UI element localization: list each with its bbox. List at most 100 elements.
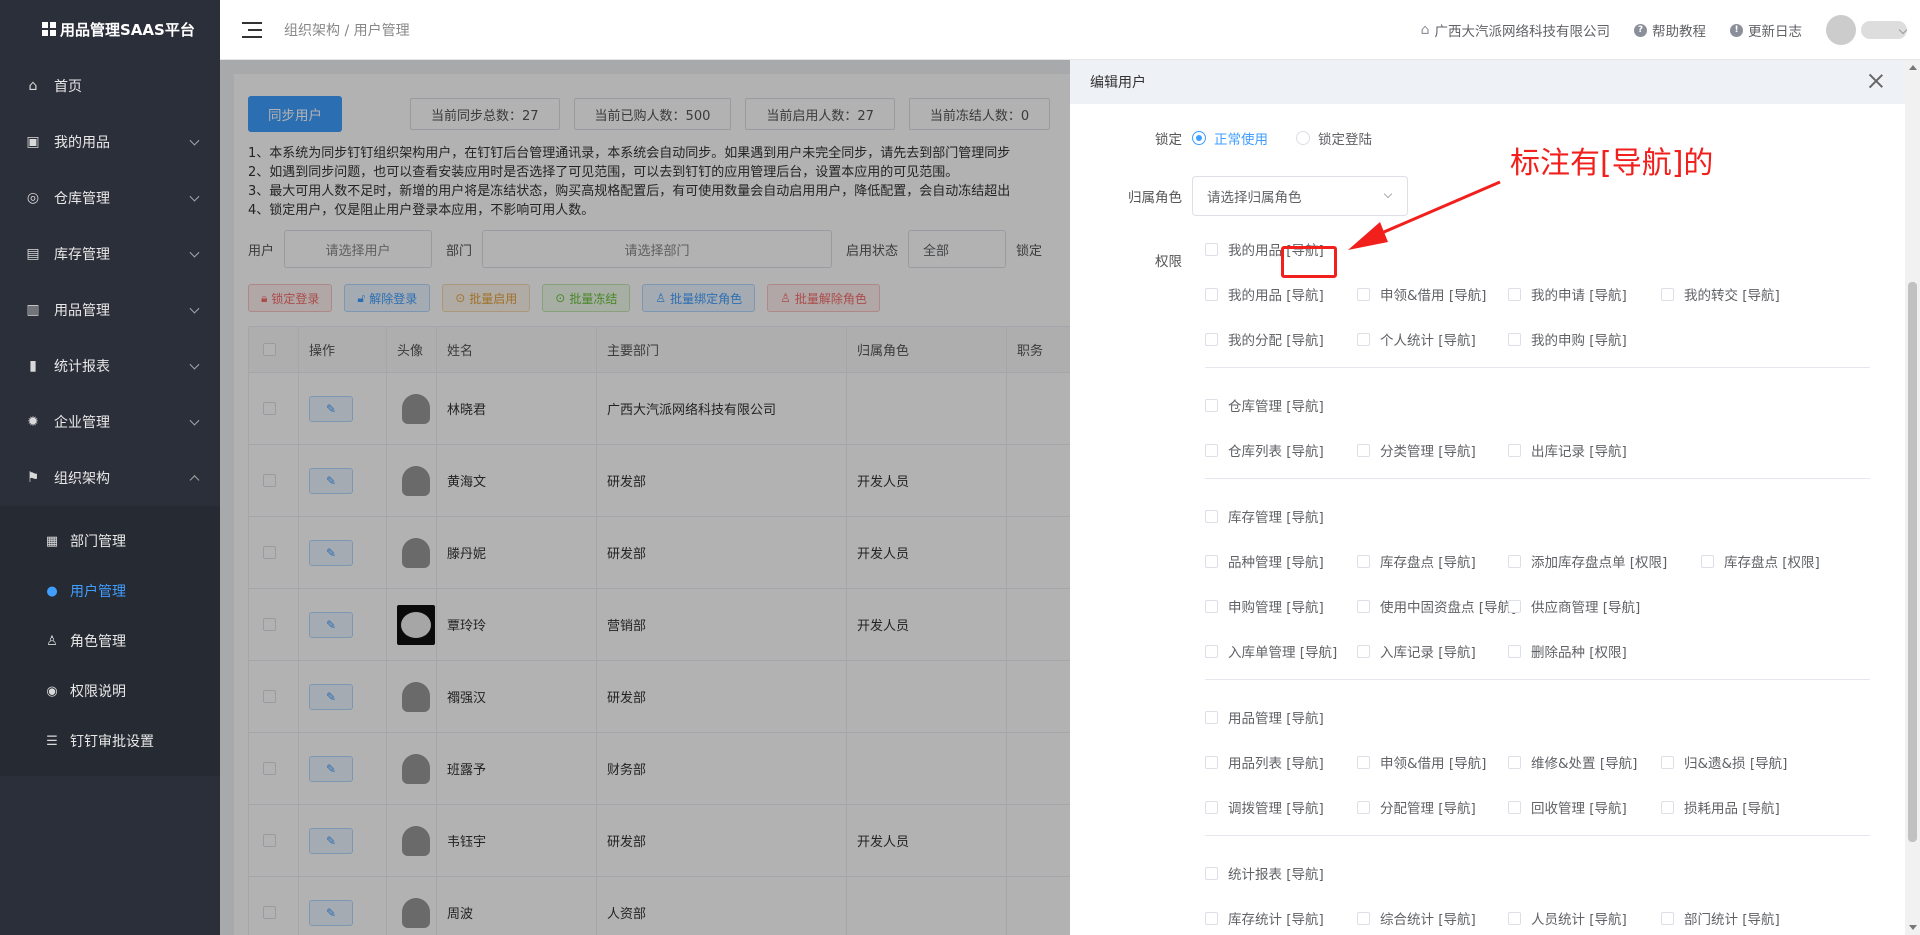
sidebar-item-home[interactable]: ⌂ 首页 bbox=[0, 58, 220, 114]
perm-group-checkbox[interactable]: 仓库管理 [导航] bbox=[1205, 395, 1324, 415]
radio-lock-login[interactable]: 锁定登陆 bbox=[1296, 128, 1372, 148]
sidebar-item-reports[interactable]: ▮ 统计报表 bbox=[0, 338, 220, 394]
checkbox[interactable] bbox=[1661, 755, 1674, 769]
perm-item-checkbox[interactable]: 入库记录 [导航] bbox=[1357, 641, 1476, 661]
perm-item-checkbox[interactable]: 我的用品 [导航] bbox=[1205, 284, 1324, 304]
perm-item-checkbox[interactable]: 我的申请 [导航] bbox=[1508, 284, 1627, 304]
checkbox[interactable] bbox=[1661, 800, 1674, 814]
user-menu[interactable] bbox=[1826, 15, 1908, 45]
changelog-link[interactable]: ! 更新日志 bbox=[1730, 20, 1802, 40]
perm-item-checkbox[interactable]: 回收管理 [导航] bbox=[1508, 797, 1627, 817]
checkbox[interactable] bbox=[1357, 755, 1370, 769]
checkbox[interactable] bbox=[1357, 443, 1370, 457]
scroll-up-icon[interactable] bbox=[1909, 65, 1917, 70]
sidebar-item-dingtalk-approval[interactable]: ☰ 钉钉审批设置 bbox=[0, 716, 220, 766]
perm-group-checkbox[interactable]: 用品管理 [导航] bbox=[1205, 707, 1324, 727]
perm-item-checkbox[interactable]: 申领&借用 [导航] bbox=[1357, 752, 1486, 772]
app-brand[interactable]: 用品管理SAAS平台 bbox=[0, 0, 220, 58]
perm-group-checkbox[interactable]: 库存管理 [导航] bbox=[1205, 506, 1324, 526]
checkbox[interactable] bbox=[1357, 332, 1370, 346]
sidebar-item-users[interactable]: ● 用户管理 bbox=[0, 566, 220, 616]
perm-item-checkbox[interactable]: 使用中固资盘点 [导航] bbox=[1357, 596, 1516, 616]
sidebar-item-permissions[interactable]: ◉ 权限说明 bbox=[0, 666, 220, 716]
checkbox[interactable] bbox=[1205, 644, 1218, 658]
perm-item-checkbox[interactable]: 用品列表 [导航] bbox=[1205, 752, 1324, 772]
perm-item-checkbox[interactable]: 删除品种 [权限] bbox=[1508, 641, 1627, 661]
checkbox[interactable] bbox=[1205, 755, 1218, 769]
checkbox[interactable] bbox=[1205, 800, 1218, 814]
perm-item-checkbox[interactable]: 申购管理 [导航] bbox=[1205, 596, 1324, 616]
sidebar-item-departments[interactable]: ▦ 部门管理 bbox=[0, 516, 220, 566]
checkbox[interactable] bbox=[1661, 911, 1674, 925]
perm-item-checkbox[interactable]: 库存统计 [导航] bbox=[1205, 908, 1324, 928]
sidebar-item-my-supplies[interactable]: ▣ 我的用品 bbox=[0, 114, 220, 170]
sidebar-item-supplies[interactable]: ▥ 用品管理 bbox=[0, 282, 220, 338]
checkbox[interactable] bbox=[1508, 911, 1521, 925]
perm-item-checkbox[interactable]: 品种管理 [导航] bbox=[1205, 551, 1324, 571]
company-link[interactable]: ⌂ 广西大汽派网络科技有限公司 bbox=[1421, 20, 1610, 40]
sidebar-item-org[interactable]: ⚑ 组织架构 bbox=[0, 450, 220, 506]
perm-item-checkbox[interactable]: 我的转交 [导航] bbox=[1661, 284, 1780, 304]
checkbox[interactable] bbox=[1357, 599, 1370, 613]
menu-toggle-icon[interactable] bbox=[242, 21, 262, 38]
close-icon[interactable] bbox=[1867, 72, 1885, 90]
perm-item-checkbox[interactable]: 仓库列表 [导航] bbox=[1205, 440, 1324, 460]
sidebar-item-inventory[interactable]: ▤ 库存管理 bbox=[0, 226, 220, 282]
checkbox[interactable] bbox=[1508, 332, 1521, 346]
checkbox[interactable] bbox=[1357, 644, 1370, 658]
checkbox[interactable] bbox=[1508, 554, 1521, 568]
perm-item-checkbox[interactable]: 分配管理 [导航] bbox=[1357, 797, 1476, 817]
perm-item-checkbox[interactable]: 维修&处置 [导航] bbox=[1508, 752, 1637, 772]
checkbox[interactable] bbox=[1357, 800, 1370, 814]
checkbox[interactable] bbox=[1205, 332, 1218, 346]
sidebar-item-roles[interactable]: ♙ 角色管理 bbox=[0, 616, 220, 666]
perm-item-checkbox[interactable]: 个人统计 [导航] bbox=[1357, 329, 1476, 349]
perm-item-checkbox[interactable]: 归&遗&损 [导航] bbox=[1661, 752, 1787, 772]
checkbox[interactable] bbox=[1205, 287, 1218, 301]
perm-item-checkbox[interactable]: 我的申购 [导航] bbox=[1508, 329, 1627, 349]
perm-item-checkbox[interactable]: 入库单管理 [导航] bbox=[1205, 641, 1337, 661]
scrollbar-thumb[interactable] bbox=[1908, 282, 1917, 842]
checkbox[interactable] bbox=[1205, 242, 1218, 256]
perm-item-checkbox[interactable]: 添加库存盘点单 [权限] bbox=[1508, 551, 1667, 571]
checkbox[interactable] bbox=[1357, 554, 1370, 568]
perm-item-checkbox[interactable]: 库存盘点 [权限] bbox=[1701, 551, 1820, 571]
sidebar-item-warehouse[interactable]: ◎ 仓库管理 bbox=[0, 170, 220, 226]
perm-item-checkbox[interactable]: 我的分配 [导航] bbox=[1205, 329, 1324, 349]
checkbox[interactable] bbox=[1205, 554, 1218, 568]
checkbox[interactable] bbox=[1508, 644, 1521, 658]
perm-item-checkbox[interactable]: 损耗用品 [导航] bbox=[1661, 797, 1780, 817]
checkbox[interactable] bbox=[1205, 911, 1218, 925]
checkbox[interactable] bbox=[1357, 287, 1370, 301]
checkbox[interactable] bbox=[1205, 398, 1218, 412]
perm-item-checkbox[interactable]: 出库记录 [导航] bbox=[1508, 440, 1627, 460]
checkbox[interactable] bbox=[1205, 599, 1218, 613]
radio-normal-use[interactable]: 正常使用 bbox=[1192, 128, 1268, 148]
checkbox[interactable] bbox=[1205, 509, 1218, 523]
perm-item-checkbox[interactable]: 人员统计 [导航] bbox=[1508, 908, 1627, 928]
perm-item-checkbox[interactable]: 库存盘点 [导航] bbox=[1357, 551, 1476, 571]
sidebar-item-enterprise[interactable]: ✹ 企业管理 bbox=[0, 394, 220, 450]
perm-item-checkbox[interactable]: 供应商管理 [导航] bbox=[1508, 596, 1640, 616]
checkbox[interactable] bbox=[1508, 755, 1521, 769]
perm-item-checkbox[interactable]: 调拨管理 [导航] bbox=[1205, 797, 1324, 817]
checkbox[interactable] bbox=[1205, 443, 1218, 457]
perm-item-checkbox[interactable]: 申领&借用 [导航] bbox=[1357, 284, 1486, 304]
checkbox[interactable] bbox=[1508, 599, 1521, 613]
checkbox[interactable] bbox=[1357, 911, 1370, 925]
perm-item-checkbox[interactable]: 分类管理 [导航] bbox=[1357, 440, 1476, 460]
checkbox[interactable] bbox=[1508, 800, 1521, 814]
scroll-down-icon[interactable] bbox=[1909, 925, 1917, 930]
help-link[interactable]: ? 帮助教程 bbox=[1634, 20, 1706, 40]
drawer-scrollbar[interactable] bbox=[1905, 60, 1920, 935]
checkbox[interactable] bbox=[1205, 710, 1218, 724]
checkbox[interactable] bbox=[1205, 866, 1218, 880]
perm-group-checkbox[interactable]: 统计报表 [导航] bbox=[1205, 863, 1324, 883]
checkbox[interactable] bbox=[1661, 287, 1674, 301]
perm-item-checkbox[interactable]: 综合统计 [导航] bbox=[1357, 908, 1476, 928]
perm-item-checkbox[interactable]: 部门统计 [导航] bbox=[1661, 908, 1780, 928]
checkbox[interactable] bbox=[1508, 443, 1521, 457]
checkbox[interactable] bbox=[1701, 554, 1714, 568]
modal-overlay[interactable] bbox=[220, 60, 1070, 935]
checkbox[interactable] bbox=[1508, 287, 1521, 301]
